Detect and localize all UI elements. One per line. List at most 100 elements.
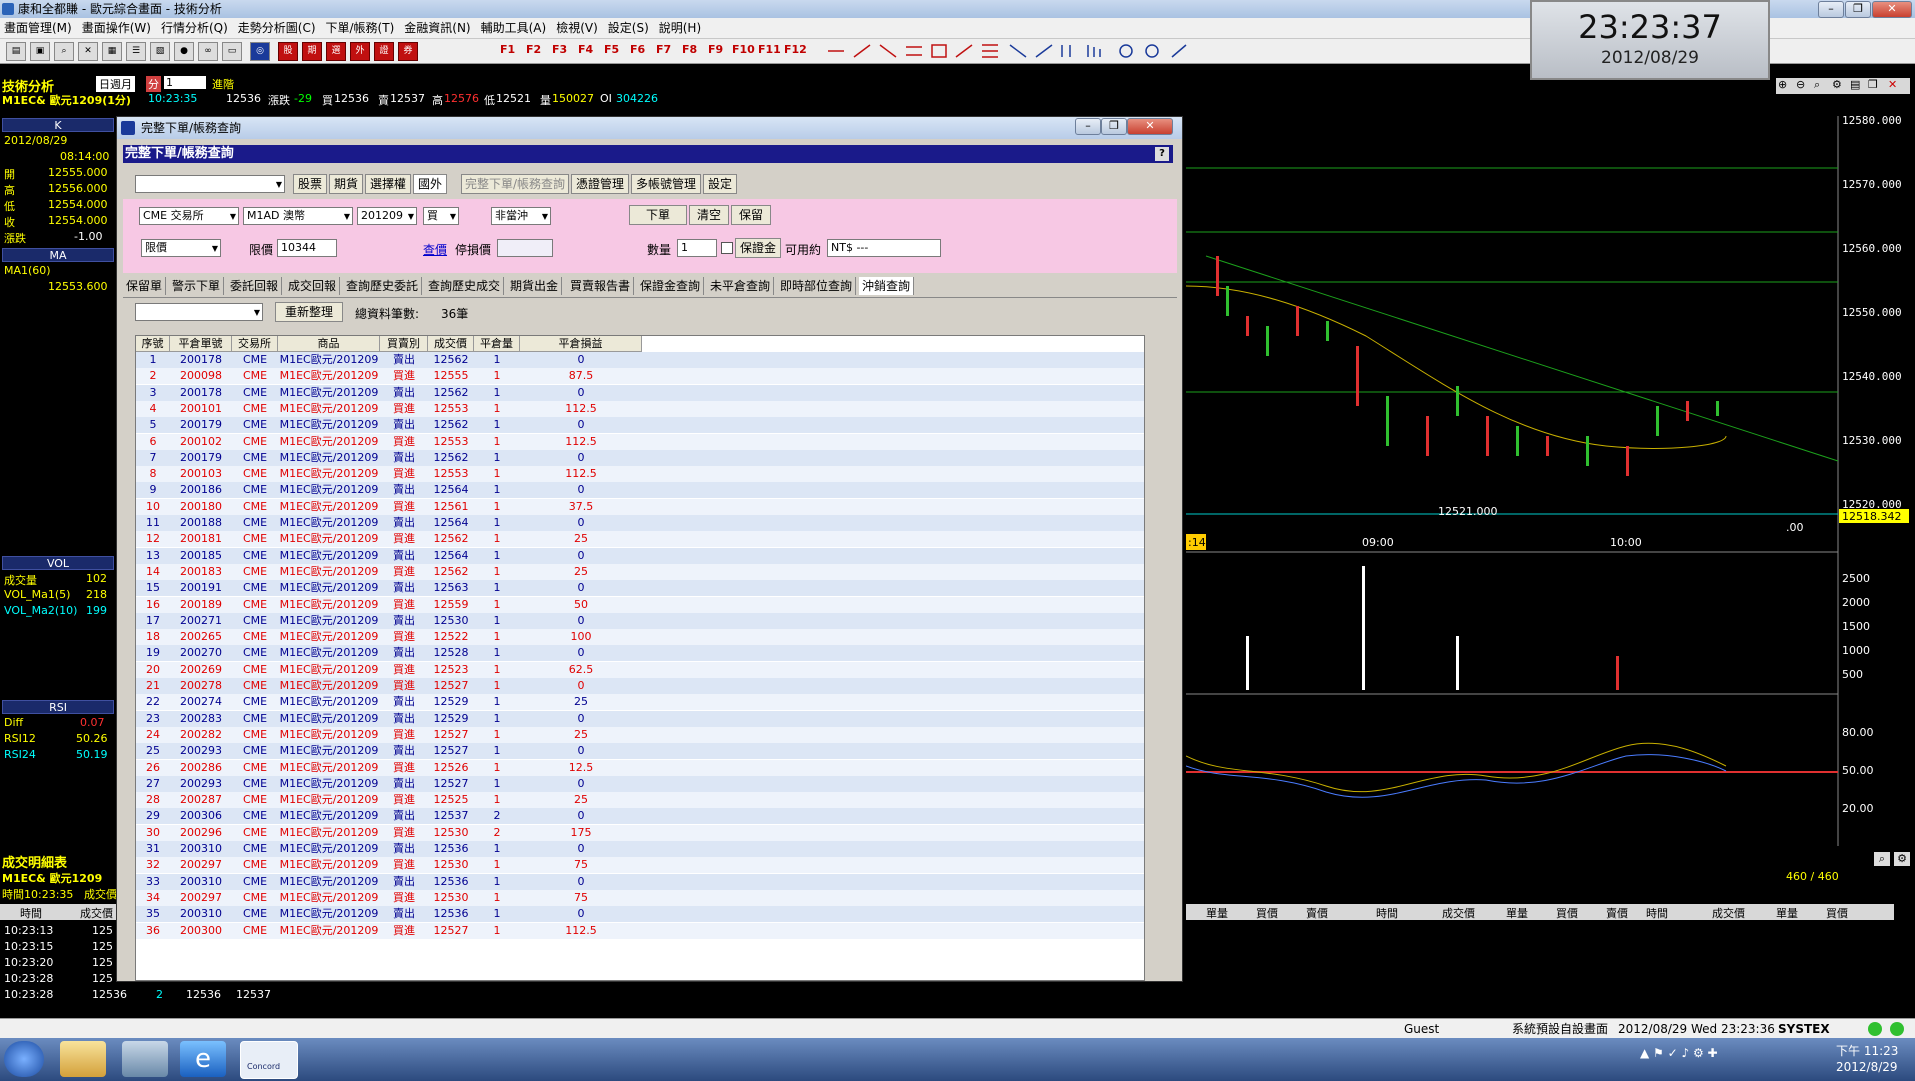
table-row[interactable]: 27 200293 CME M1EC歐元/201209 賣出 12527 1 0 <box>136 775 1144 792</box>
tray-icons[interactable]: ▲ ⚑ ✓ ♪ ⚙ ✚ <box>1640 1046 1718 1060</box>
voucher-icon[interactable]: 券 <box>398 42 418 61</box>
table-row[interactable]: 2 200098 CME M1EC歐元/201209 買進 12555 1 87.5 <box>136 368 1144 385</box>
tab-stock[interactable]: 股票 <box>293 174 327 194</box>
options-order-icon[interactable]: 選 <box>326 42 346 61</box>
foreign-order-icon[interactable]: 外 <box>350 42 370 61</box>
tab-hold-orders[interactable]: 保留單 <box>123 277 167 295</box>
coin-icon[interactable]: ● <box>174 42 194 61</box>
daytrade-select[interactable]: 非當沖 <box>491 207 551 225</box>
tab-futures[interactable]: 期貨 <box>329 174 363 194</box>
close-window-icon[interactable]: ✕ <box>78 42 98 61</box>
table-row[interactable]: 13 200185 CME M1EC歐元/201209 賣出 12564 1 0 <box>136 547 1144 564</box>
f4-key[interactable]: F4 <box>578 43 593 56</box>
table-row[interactable]: 10 200180 CME M1EC歐元/201209 買進 12561 1 37.5 <box>136 498 1144 515</box>
layout-icon[interactable]: ▤ <box>6 42 26 61</box>
hold-button[interactable]: 保留 <box>731 205 771 225</box>
tab-multi-account[interactable]: 多帳號管理 <box>631 174 701 194</box>
minimize-button[interactable]: – <box>1818 1 1844 18</box>
tab-realtime-positions[interactable]: 即時部位查詢 <box>777 277 857 295</box>
col-header[interactable]: 交易所 <box>232 336 278 352</box>
table-row[interactable]: 7 200179 CME M1EC歐元/201209 賣出 12562 1 0 <box>136 449 1144 466</box>
table-row[interactable]: 36 200300 CME M1EC歐元/201209 買進 12527 1 112.5 <box>136 922 1144 939</box>
f1-key[interactable]: F1 <box>500 43 515 56</box>
month-select[interactable]: 201209 <box>357 207 417 225</box>
col-header[interactable]: 商品 <box>278 336 380 352</box>
help-icon[interactable]: ? <box>1155 147 1169 161</box>
exchange-select[interactable]: CME 交易所 <box>139 207 239 225</box>
search-icon[interactable]: ⌕ <box>54 42 74 61</box>
dialog-maximize-button[interactable]: ❐ <box>1101 118 1127 135</box>
zoom-out-icon[interactable]: ⊖ <box>1796 78 1805 91</box>
grid-icon[interactable]: ▦ <box>102 42 122 61</box>
tab-order-history[interactable]: 查詢歷史委託 <box>343 277 423 295</box>
close-chart-icon[interactable]: ✕ <box>1888 78 1897 91</box>
close-button[interactable]: ✕ <box>1872 1 1912 18</box>
ie-icon[interactable]: e <box>180 1041 226 1077</box>
explorer-icon[interactable] <box>60 1041 106 1077</box>
layout-icon[interactable]: ▤ <box>1850 78 1860 91</box>
menu-item[interactable]: 金融資訊(N) <box>404 21 470 35</box>
table-row[interactable]: 15 200191 CME M1EC歐元/201209 賣出 12563 1 0 <box>136 580 1144 597</box>
col-header[interactable]: 買賣別 <box>380 336 428 352</box>
table-row[interactable]: 25 200293 CME M1EC歐元/201209 賣出 12527 1 0 <box>136 743 1144 760</box>
table-row[interactable]: 16 200189 CME M1EC歐元/201209 買進 12559 1 50 <box>136 596 1144 613</box>
f7-key[interactable]: F7 <box>656 43 671 56</box>
table-row[interactable]: 24 200282 CME M1EC歐元/201209 買進 12527 1 25 <box>136 726 1144 743</box>
table-row[interactable]: 14 200183 CME M1EC歐元/201209 買進 12562 1 25 <box>136 563 1144 580</box>
table-row[interactable]: 1 200178 CME M1EC歐元/201209 賣出 12562 1 0 <box>136 352 1144 368</box>
list-icon[interactable]: ☰ <box>126 42 146 61</box>
side-select[interactable]: 買 <box>423 207 459 225</box>
query-price-link[interactable]: 查價 <box>423 241 447 258</box>
logo-icon[interactable]: ◎ <box>250 42 270 61</box>
menu-item[interactable]: 畫面操作(W) <box>82 21 151 35</box>
table-row[interactable]: 11 200188 CME M1EC歐元/201209 賣出 12564 1 0 <box>136 515 1144 531</box>
tab-statement[interactable]: 買賣報告書 <box>567 277 635 295</box>
table-row[interactable]: 22 200274 CME M1EC歐元/201209 賣出 12529 1 25 <box>136 694 1144 711</box>
tab-order-report[interactable]: 委託回報 <box>227 277 283 295</box>
table-row[interactable]: 3 200178 CME M1EC歐元/201209 賣出 12562 1 0 <box>136 384 1144 401</box>
order-type-select[interactable]: 限價 <box>141 239 221 257</box>
maximize-button[interactable]: ❐ <box>1845 1 1871 18</box>
menu-item[interactable]: 行情分析(Q) <box>161 21 228 35</box>
tab-fill-history[interactable]: 查詢歷史成交 <box>425 277 505 295</box>
table-row[interactable]: 31 200310 CME M1EC歐元/201209 賣出 12536 1 0 <box>136 841 1144 857</box>
table-row[interactable]: 35 200310 CME M1EC歐元/201209 賣出 12536 1 0 <box>136 906 1144 923</box>
interval-select[interactable]: 1 <box>164 76 206 89</box>
restore-icon[interactable]: ❐ <box>1868 78 1878 91</box>
table-row[interactable]: 29 200306 CME M1EC歐元/201209 賣出 12537 2 0 <box>136 808 1144 825</box>
table-row[interactable]: 26 200286 CME M1EC歐元/201209 買進 12526 1 12.5 <box>136 759 1144 776</box>
f10-key[interactable]: F10 <box>732 43 755 56</box>
f3-key[interactable]: F3 <box>552 43 567 56</box>
table-row[interactable]: 9 200186 CME M1EC歐元/201209 賣出 12564 1 0 <box>136 482 1144 499</box>
tab-open-positions[interactable]: 未平倉查詢 <box>707 277 775 295</box>
table-row[interactable]: 28 200287 CME M1EC歐元/201209 買進 12525 1 25 <box>136 792 1144 809</box>
col-header[interactable]: 平倉量 <box>474 336 520 352</box>
table-row[interactable]: 34 200297 CME M1EC歐元/201209 買進 12530 1 75 <box>136 889 1144 906</box>
trades-settings-icon[interactable]: ⚙ <box>1894 852 1910 866</box>
table-row[interactable]: 30 200296 CME M1EC歐元/201209 買進 12530 2 175 <box>136 824 1144 841</box>
submit-order-button[interactable]: 下單 <box>629 205 687 225</box>
f2-key[interactable]: F2 <box>526 43 541 56</box>
f9-key[interactable]: F9 <box>708 43 723 56</box>
menu-item[interactable]: 下單/帳務(T) <box>326 21 395 35</box>
monitor-icon[interactable]: ▭ <box>222 42 242 61</box>
tab-alert-order[interactable]: 警示下單 <box>169 277 225 295</box>
menu-item[interactable]: 檢視(V) <box>556 21 598 35</box>
tab-fill-report[interactable]: 成交回報 <box>285 277 341 295</box>
advanced-link[interactable]: 進階 <box>212 76 234 92</box>
col-header[interactable]: 平倉單號 <box>170 336 232 352</box>
tab-foreign[interactable]: 國外 <box>413 174 447 194</box>
table-row[interactable]: 8 200103 CME M1EC歐元/201209 買進 12553 1 112.5 <box>136 466 1144 483</box>
table-row[interactable]: 33 200310 CME M1EC歐元/201209 賣出 12536 1 0 <box>136 873 1144 890</box>
col-header[interactable]: 成交價 <box>428 336 474 352</box>
table-row[interactable]: 4 200101 CME M1EC歐元/201209 買進 12553 1 112.5 <box>136 400 1144 417</box>
trades-search-icon[interactable]: ⌕ <box>1874 852 1890 866</box>
securities-icon[interactable]: 證 <box>374 42 394 61</box>
tab-certificate[interactable]: 憑證管理 <box>571 174 629 194</box>
f11-key[interactable]: F11 <box>758 43 781 56</box>
f5-key[interactable]: F5 <box>604 43 619 56</box>
period-minute[interactable]: 分 <box>146 76 161 92</box>
col-header[interactable]: 序號 <box>136 336 170 352</box>
price-input[interactable]: 10344 <box>277 239 337 257</box>
dialog-minimize-button[interactable]: – <box>1075 118 1101 135</box>
